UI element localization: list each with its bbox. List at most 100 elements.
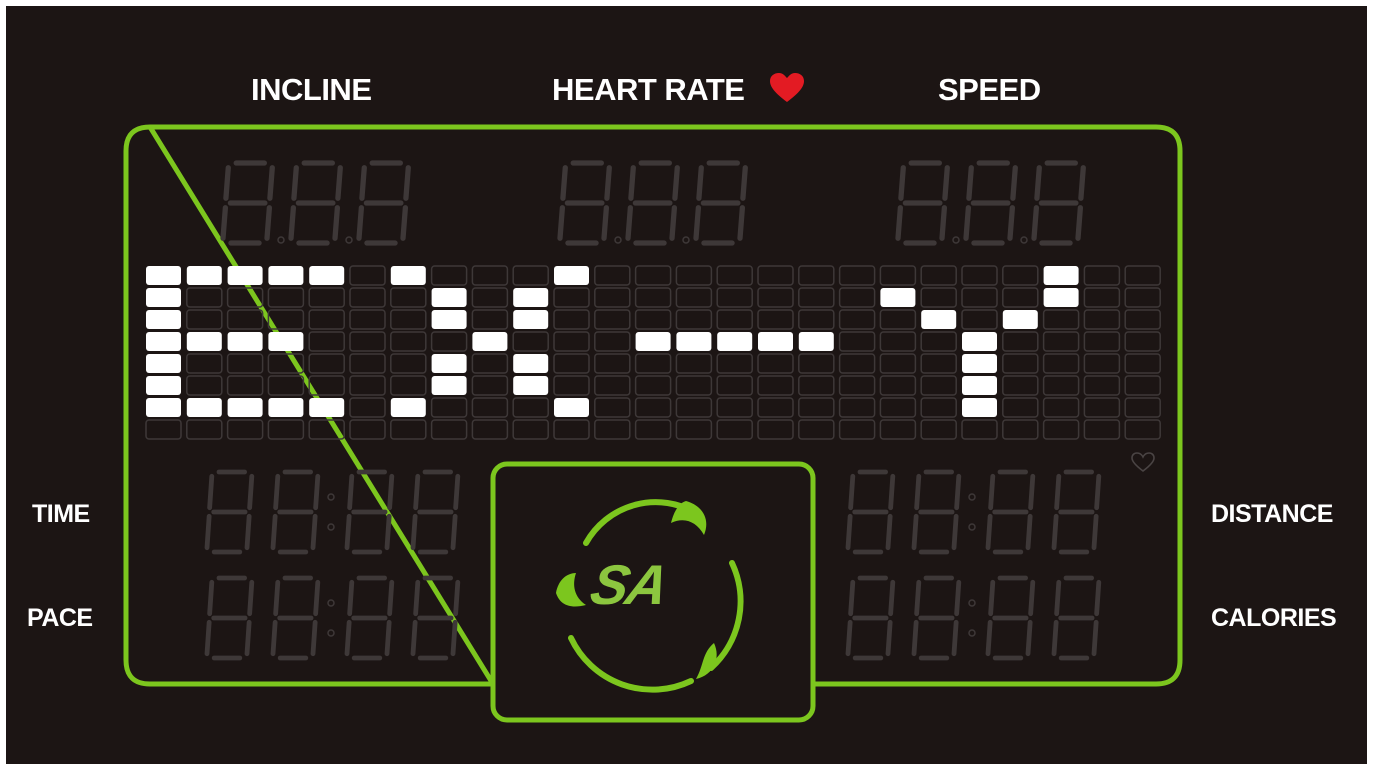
matrix-cell [308, 375, 345, 396]
matrix-cell-lit [1002, 310, 1038, 329]
matrix-cell [716, 419, 753, 440]
matrix-cell-lit [227, 332, 263, 351]
matrix-cell [1083, 397, 1121, 418]
matrix-cell [308, 309, 345, 330]
matrix-cell [798, 265, 835, 286]
speed-decimal-dot [952, 236, 960, 244]
matrix-cell [430, 419, 468, 440]
matrix-cell [267, 287, 305, 308]
matrix-cell-lit [309, 398, 345, 417]
matrix-cell [634, 353, 672, 374]
matrix-cell [838, 353, 876, 374]
incline-decimal-dot [345, 236, 353, 244]
matrix-cell [961, 287, 998, 308]
matrix-cell [920, 265, 957, 286]
matrix-cell-lit [431, 310, 467, 329]
matrix-cell [267, 419, 305, 440]
matrix-cell [675, 309, 713, 330]
matrix-cell-lit [962, 398, 997, 417]
distance-colon-dot [968, 493, 976, 501]
matrix-cell-lit [513, 376, 549, 395]
heart-rate-digit [625, 160, 680, 246]
matrix-cell [308, 419, 345, 440]
matrix-cell [757, 419, 794, 440]
matrix-cell [553, 309, 590, 330]
matrix-cell [267, 375, 305, 396]
matrix-cell [920, 331, 957, 352]
matrix-cell [798, 375, 835, 396]
matrix-cell [879, 397, 917, 418]
matrix-cell [390, 309, 427, 330]
calories-digit [911, 575, 962, 661]
matrix-cell [675, 397, 713, 418]
matrix-cell-lit [146, 354, 181, 373]
time-digit [344, 469, 395, 555]
matrix-cell [267, 353, 305, 374]
matrix-cell [594, 353, 631, 374]
matrix-cell [634, 375, 672, 396]
matrix-cell [757, 375, 794, 396]
matrix-cell [716, 309, 753, 330]
matrix-cell-lit [390, 266, 426, 285]
pace-label: PACE [27, 604, 93, 632]
matrix-cell-lit [227, 266, 263, 285]
matrix-cell [961, 265, 998, 286]
matrix-cell-lit [962, 376, 997, 395]
matrix-cell [757, 353, 794, 374]
calories-digit [985, 575, 1036, 661]
incline-label: INCLINE [251, 72, 372, 107]
matrix-cell-lit [186, 266, 222, 285]
matrix-cell [1042, 331, 1080, 352]
matrix-cell [471, 397, 509, 418]
calories-digit [845, 575, 896, 661]
pace-digit [270, 575, 321, 661]
matrix-cell-lit [431, 376, 467, 395]
logo-text: SA [585, 553, 673, 616]
heart-icon [770, 73, 804, 102]
matrix-cell [838, 375, 876, 396]
matrix-cell [226, 375, 264, 396]
matrix-cell [1042, 353, 1080, 374]
matrix-cell [512, 331, 549, 352]
matrix-cell [634, 397, 672, 418]
matrix-cell-lit [513, 354, 549, 373]
matrix-cell [879, 309, 917, 330]
matrix-cell [471, 309, 509, 330]
matrix-cell [1083, 419, 1121, 440]
matrix-cell-lit [1043, 266, 1079, 285]
matrix-cell [1002, 331, 1039, 352]
matrix-cell [1083, 265, 1121, 286]
matrix-cell [920, 287, 957, 308]
distance-digit [1051, 469, 1102, 555]
heart-rate-digit [693, 160, 748, 246]
matrix-cell [145, 419, 182, 440]
matrix-cell [716, 265, 753, 286]
matrix-cell [634, 287, 672, 308]
matrix-cell-lit [431, 354, 467, 373]
matrix-cell [430, 265, 468, 286]
calories-digit [1051, 575, 1102, 661]
matrix-cell [308, 353, 345, 374]
heart-rate-decimal-dot [682, 236, 690, 244]
incline-decimal-dot [277, 236, 285, 244]
matrix-cell [390, 375, 427, 396]
matrix-cell [961, 309, 998, 330]
matrix-cell [838, 287, 876, 308]
time-digit [204, 469, 255, 555]
matrix-cell [186, 353, 223, 374]
matrix-cell-lit [431, 288, 467, 307]
matrix-cell-lit [186, 398, 222, 417]
calories-colon-dot [968, 629, 976, 637]
matrix-cell [675, 353, 713, 374]
matrix-cell [553, 353, 590, 374]
matrix-cell [1002, 265, 1039, 286]
matrix-cell [920, 353, 957, 374]
matrix-cell [798, 309, 835, 330]
matrix-cell-lit [880, 288, 916, 307]
matrix-cell [1083, 287, 1121, 308]
matrix-cell [594, 397, 631, 418]
matrix-cell [879, 331, 917, 352]
matrix-cell [594, 419, 631, 440]
speed-decimal-dot [1020, 236, 1028, 244]
matrix-cell-lit [146, 376, 181, 395]
